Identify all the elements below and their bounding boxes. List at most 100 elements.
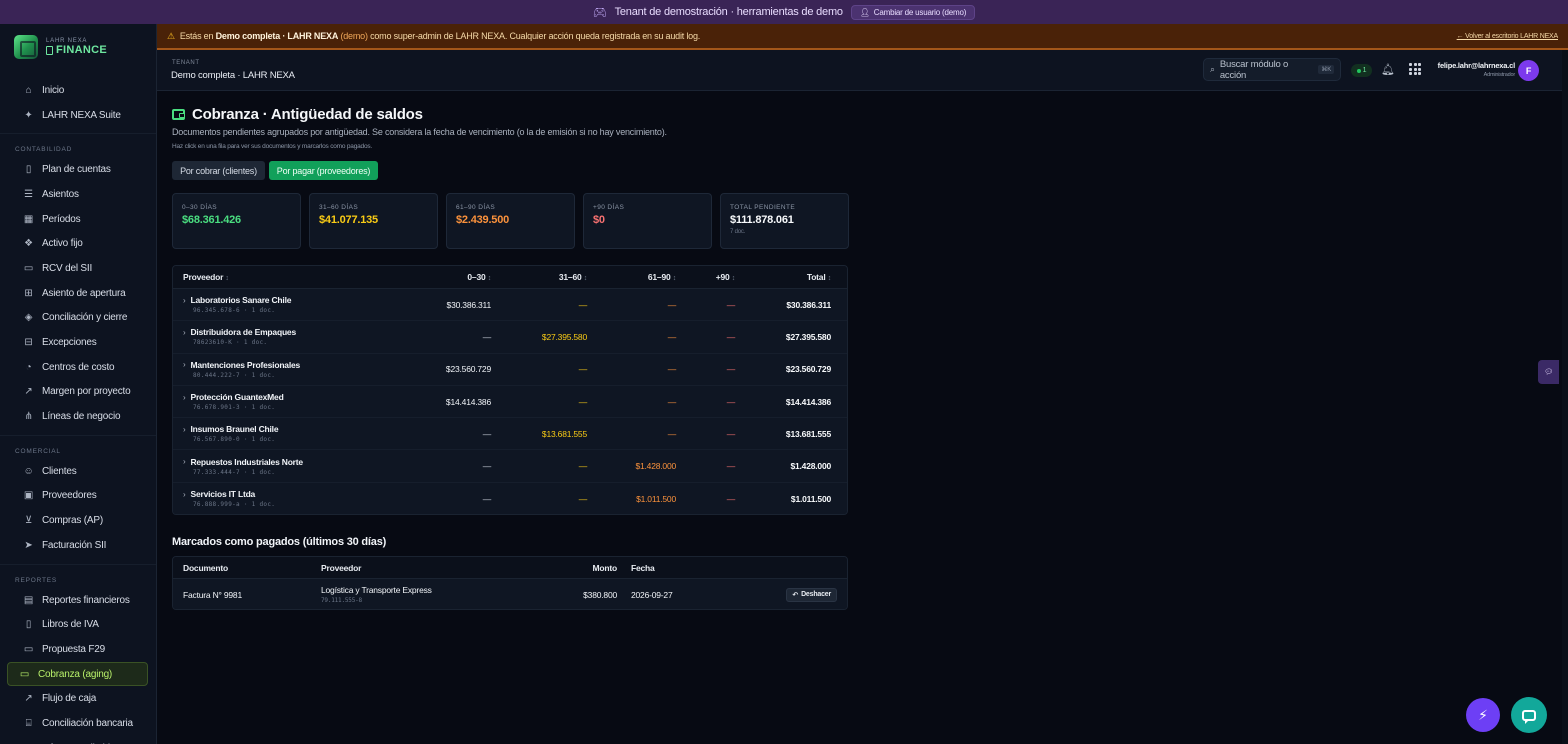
sidebar-item-períodos[interactable]: ▦ Períodos [6,207,148,232]
sidebar-item-flujo-de-caja[interactable]: ↗ Flujo de caja [6,686,148,711]
chevron-right-icon[interactable]: › [183,296,186,305]
provider-cell: › Laboratorios Sanare Chile 96.345.678-6 ·… [173,295,395,314]
col-90-plus[interactable]: +90 ↕ [676,272,736,282]
search-icon: ⌕ [1210,64,1215,74]
top-header: TENANT Demo completa · LAHR NEXA ⌕ Busca… [157,50,1568,91]
col-61-90[interactable]: 61–90 ↕ [587,272,676,282]
sidebar-item-líneas-de-negocio[interactable]: ⋔ Líneas de negocio [6,404,148,429]
cell-total: $23.560.729 [785,364,831,375]
trend-icon: ↗ [24,693,33,705]
calendar-icon: ▦ [23,213,34,225]
table-row[interactable]: › Insumos Braunel Chile 76.567.890-0 · 1 d… [173,418,847,451]
switch-user-button[interactable]: 👤︎ Cambiar de usuario (demo) [850,4,976,20]
chevron-right-icon[interactable]: › [183,393,186,402]
chevron-right-icon[interactable]: › [183,360,186,369]
cell-31-60: — [578,493,588,504]
table-row[interactable]: › Mantenciones Profesionales 80.444.222-7 … [173,353,847,386]
chevron-right-icon[interactable]: › [183,457,186,466]
summary-card: +90 DÍAS $0 [583,193,712,249]
provider-meta: 76.567.890-0 · 1 doc. [193,436,276,444]
sidebar-item-plan-de-cuentas[interactable]: ▯ Plan de cuentas [6,157,148,182]
chevron-right-icon[interactable]: › [183,328,186,337]
sidebar-item-label: Clientes [42,465,77,477]
provider-meta: 77.333.444-7 · 1 doc. [193,468,276,476]
sidebar-item-clientes[interactable]: ☺ Clientes [6,459,148,484]
table-row[interactable]: › Repuestos Industriales Norte 77.333.444-… [173,450,847,483]
provider-meta: 78623610-K · 1 doc. [193,339,268,347]
cell-90-plus: — [726,396,736,407]
summary-card: 31–60 DÍAS $41.077.135 [309,193,438,249]
chat-bubble-icon [1522,709,1536,724]
user-icon: 👤︎ [859,7,870,17]
tab-payable[interactable]: Por pagar (proveedores) [269,161,378,180]
page-subtitle: Documentos pendientes agrupados por anti… [172,127,667,137]
sidebar-item-libros-de-iva[interactable]: ▯ Libros de IVA [6,612,148,637]
shield-icon: ◈ [24,312,33,324]
sidebar-item-proveedores[interactable]: ▣ Proveedores [6,484,148,509]
online-users-badge[interactable]: 1 [1351,64,1372,77]
table-row[interactable]: › Distribuidora de Empaques 78623610-K · 1… [173,321,847,354]
sidebar-item-excepciones[interactable]: ⊟ Excepciones [6,330,148,355]
table-row[interactable]: › Servicios IT Ltda 76.888.999-a · 1 doc. —… [173,482,847,514]
tab-receivable[interactable]: Por cobrar (clientes) [172,161,265,180]
sidebar-item-informes-editables[interactable]: ▥Informes editables [6,736,148,744]
brand-logo[interactable]: LAHR NEXA FINANCE [0,24,156,62]
sidebar-item-rcv-del-sii[interactable]: ▭ RCV del SII [6,256,148,281]
back-to-desktop-link[interactable]: ← Volver al escritorio LAHR NEXA [1457,33,1559,40]
apps-grid-icon[interactable] [1409,63,1421,75]
sidebar-item-facturación-sii[interactable]: ➤ Facturación SII [6,533,148,558]
card-label: 31–60 DÍAS [319,204,359,211]
sidebar-item-margen-por-proyecto[interactable]: ↗ Margen por proyecto [6,380,148,405]
brand-name: FINANCE [46,44,107,56]
sidebar-item-asientos[interactable]: ☰ Asientos [6,182,148,207]
col-31-60[interactable]: 31–60 ↕ [491,272,587,282]
sidebar-item-centros-de-costo[interactable]: ◔ Centros de costo [6,355,148,380]
chevron-right-icon[interactable]: › [183,490,186,499]
chevron-right-icon[interactable]: › [183,425,186,434]
col-provider[interactable]: Proveedor ↕ [173,272,395,282]
feedback-side-tab[interactable]: 💬︎ [1538,360,1559,384]
undo-button[interactable]: ↶ Deshacer [786,587,837,602]
cell-90-plus: — [726,364,736,375]
bell-icon[interactable]: 🔔︎ [1381,63,1395,76]
sidebar-item-lahr-nexa-suite[interactable]: ✦ LAHR NEXA Suite [6,103,148,128]
col-0-30[interactable]: 0–30 ↕ [395,272,491,282]
warning-tenant: Demo completa · LAHR NEXA [215,31,339,41]
sidebar-item-propuesta-f29[interactable]: ▭ Propuesta F29 [6,637,148,662]
provider-cell: › Servicios IT Ltda 76.888.999-a · 1 doc. [173,489,395,508]
sidebar-item-label: Conciliación bancaria [42,717,133,729]
search-input[interactable]: ⌕ Buscar módulo o acción ⌘K [1203,58,1341,81]
avatar[interactable]: F [1518,60,1539,81]
provider-name: Repuestos Industriales Norte [190,456,303,467]
cell-61-90: — [667,364,677,375]
sidebar-item-activo-fijo[interactable]: ❖ Activo fijo [6,231,148,256]
paid-document: Factura N° 9981 [183,589,242,600]
sidebar-section-title: REPORTES [0,563,156,588]
sidebar-item-reportes-financieros[interactable]: ▤ Reportes financieros [6,588,148,613]
sort-icon: ↕ [827,275,832,282]
paid-section-title: Marcados como pagados (últimos 30 días) [172,536,387,548]
quick-actions-button[interactable]: ⚡︎ [1466,698,1500,732]
page-scrollbar[interactable] [1562,50,1568,744]
card-label: 0–30 DÍAS [182,204,218,211]
chat-button[interactable] [1511,697,1547,733]
sidebar-item-label: Períodos [42,213,81,225]
table-row[interactable]: › Laboratorios Sanare Chile 96.345.678-6 ·… [173,289,847,322]
cell-total: $1.428.000 [790,461,831,472]
sidebar-item-label: Libros de IVA [42,619,99,631]
sidebar-item-conciliación-bancaria[interactable]: ⌸ Conciliación bancaria [6,711,148,736]
sidebar-item-compras-ap[interactable]: ⊻ Compras (AP) [6,508,148,533]
search-placeholder: Buscar módulo o acción [1219,58,1289,81]
sidebar-item-conciliación-y-cierre[interactable]: ◈ Conciliación y cierre [6,306,148,331]
user-email[interactable]: felipe.lahr@lahrnexa.cl [1438,61,1516,70]
col-total[interactable]: Total ↕ [735,272,839,282]
sidebar-item-inicio[interactable]: ⌂ Inicio [6,78,148,103]
impersonation-warning: ⚠ Estás en Demo completa · LAHR NEXA (de… [157,24,1568,50]
cell-0-30: $30.386.311 [446,299,492,310]
demo-banner: 🎮︎ Tenant de demostración · herramientas… [0,0,1568,24]
sidebar-item-cobranza-aging[interactable]: ▭ Cobranza (aging) [7,661,148,687]
sidebar-item-asiento-de-apertura[interactable]: ⊞ Asiento de apertura [6,281,148,306]
aging-table-header: Proveedor ↕ 0–30 ↕ 31–60 ↕ 61–90 ↕ +90 ↕… [173,266,847,289]
table-row[interactable]: › Protección GuantexMed 76.678.901-3 · 1 d… [173,385,847,419]
book-icon: ▯ [25,619,32,631]
